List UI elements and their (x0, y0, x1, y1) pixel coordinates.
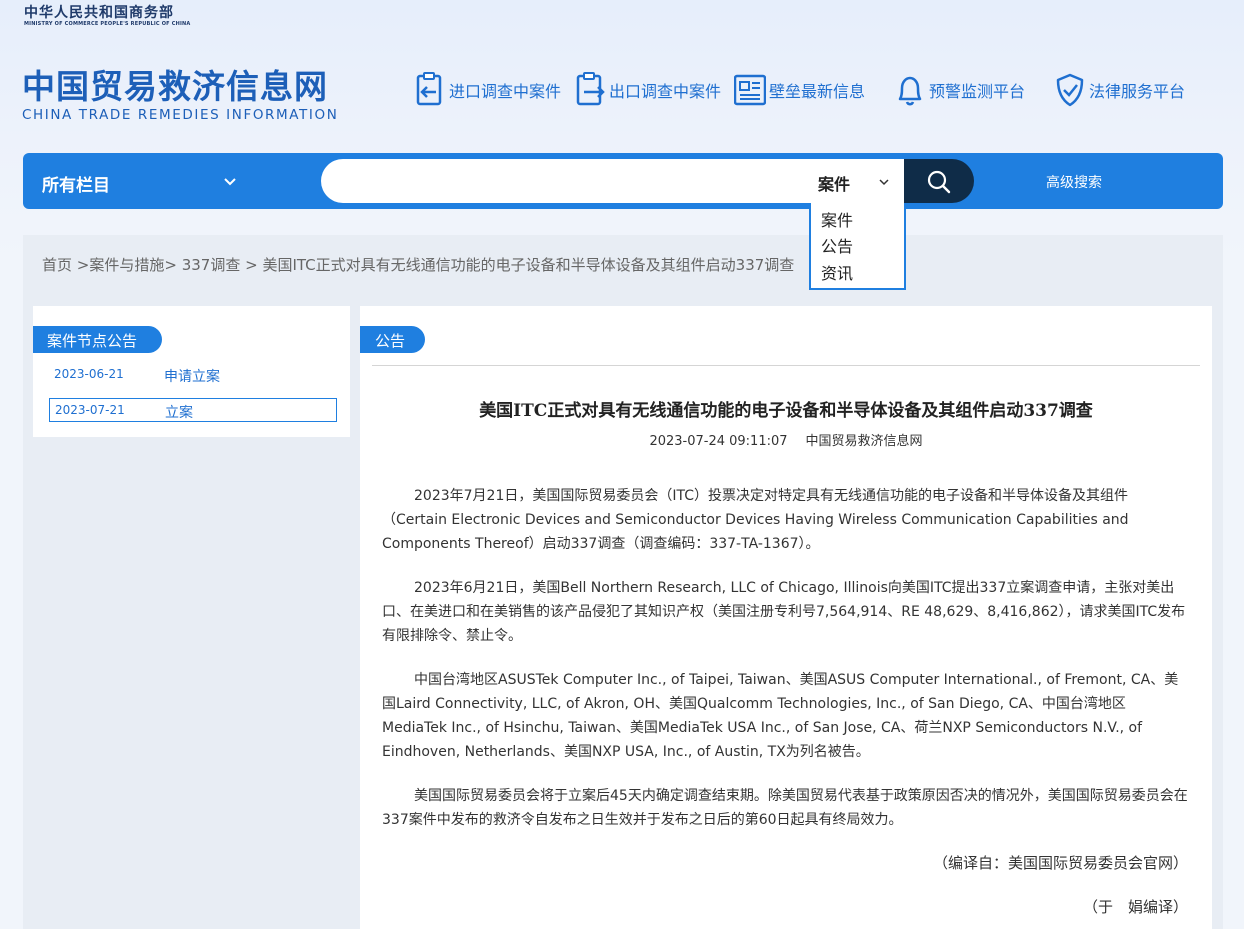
export-document-icon (576, 72, 605, 106)
article-paragraph: 中国台湾地区ASUSTek Computer Inc., of Taipei, … (382, 672, 1179, 760)
dropdown-option-cases[interactable]: 案件 (821, 207, 853, 231)
article-source: 中国贸易救济信息网 (805, 434, 923, 449)
dropdown-option-announcements[interactable]: 公告 (821, 233, 853, 257)
search-type-select[interactable]: 案件 (805, 159, 905, 203)
sidebar-tab-label: 案件节点公告 (47, 332, 138, 350)
search-button[interactable] (904, 159, 974, 203)
article-meta: 2023-07-24 09:11:07 中国贸易救济信息网 (372, 430, 1200, 449)
article-datetime: 2023-07-24 09:11:07 (649, 434, 788, 449)
breadcrumb-current: 美国ITC正式对具有无线通信功能的电子设备和半导体设备及其组件启动337调查 (262, 256, 795, 274)
breadcrumb: 首页 >案件与措施> 337调查 > 美国ITC正式对具有无线通信功能的电子设备… (42, 254, 794, 275)
advanced-search-link[interactable]: 高级搜索 (1046, 172, 1102, 192)
breadcrumb-cases-measures[interactable]: 案件与措施 (89, 256, 164, 274)
breadcrumb-337[interactable]: 337调查 (182, 256, 241, 274)
category-select-label: 所有栏目 (42, 176, 110, 196)
ministry-name-cn: 中华人民共和国商务部 (24, 5, 174, 21)
shield-check-icon (1056, 73, 1084, 107)
article-editor-note: （于 娟编译） (1082, 898, 1188, 916)
article-paragraph: 2023年6月21日，美国Bell Northern Research, LLC… (382, 580, 1186, 644)
sidebar-node-apply[interactable]: 2023-06-21 申请立案 (49, 363, 337, 387)
ministry-name-en: MINISTRY OF COMMERCE PEOPLE'S REPUBLIC O… (24, 21, 191, 27)
import-document-icon (416, 72, 442, 106)
search-type-dropdown: 案件 公告 资讯 (809, 203, 906, 290)
sidebar-node-filed[interactable]: 2023-07-21 立案 (49, 398, 337, 422)
search-input[interactable] (321, 159, 811, 203)
news-icon (734, 74, 766, 106)
nav-export-label: 出口调查中案件 (609, 82, 722, 101)
nav-legal-label: 法律服务平台 (1089, 82, 1186, 101)
site-logo-subtitle: CHINA TRADE REMEDIES INFORMATION (22, 107, 339, 123)
sidebar-node-date: 2023-07-21 (55, 403, 125, 417)
article-tab-label: 公告 (375, 332, 406, 350)
sidebar-node-date: 2023-06-21 (54, 367, 124, 381)
site-logo-title[interactable]: 中国贸易救济信息网 (22, 60, 328, 108)
breadcrumb-separator: > (164, 256, 182, 274)
nav-warning-label: 预警监测平台 (929, 82, 1026, 101)
search-icon (927, 170, 951, 194)
dropdown-option-news[interactable]: 资讯 (821, 260, 853, 284)
breadcrumb-home[interactable]: 首页 (42, 256, 72, 274)
chevron-down-icon (224, 178, 236, 186)
nav-import-cases[interactable]: 进口调查中案件 (414, 72, 561, 108)
article-tab: 公告 (360, 326, 425, 353)
article-paragraph: 2023年7月21日，美国国际贸易委员会（ITC）投票决定对特定具有无线通信功能… (382, 488, 1129, 552)
chevron-down-icon (879, 179, 889, 186)
article-source-note: （编译自：美国国际贸易委员会官网） (932, 854, 1188, 872)
nav-warning-platform[interactable]: 预警监测平台 (894, 72, 1025, 108)
nav-legal-platform[interactable]: 法律服务平台 (1054, 72, 1185, 108)
nav-barrier-label: 壁垒最新信息 (769, 82, 866, 101)
article-paragraph: 美国国际贸易委员会将于立案后45天内确定调查结束期。除美国贸易代表基于政策原因否… (382, 788, 1188, 828)
nav-import-label: 进口调查中案件 (449, 82, 562, 101)
sidebar-node-label: 申请立案 (164, 369, 220, 385)
divider (372, 365, 1200, 366)
article-title: 美国ITC正式对具有无线通信功能的电子设备和半导体设备及其组件启动337调查 (479, 401, 1093, 421)
sidebar-tab: 案件节点公告 (33, 326, 162, 353)
breadcrumb-separator: > (240, 256, 263, 274)
sidebar-node-label: 立案 (165, 405, 193, 421)
bell-icon (898, 76, 922, 106)
nav-export-cases[interactable]: 出口调查中案件 (574, 72, 721, 108)
category-select[interactable]: 所有栏目 (42, 169, 242, 196)
breadcrumb-separator: > (72, 256, 90, 274)
nav-barrier-news[interactable]: 壁垒最新信息 (734, 72, 865, 108)
search-type-label: 案件 (818, 175, 851, 194)
